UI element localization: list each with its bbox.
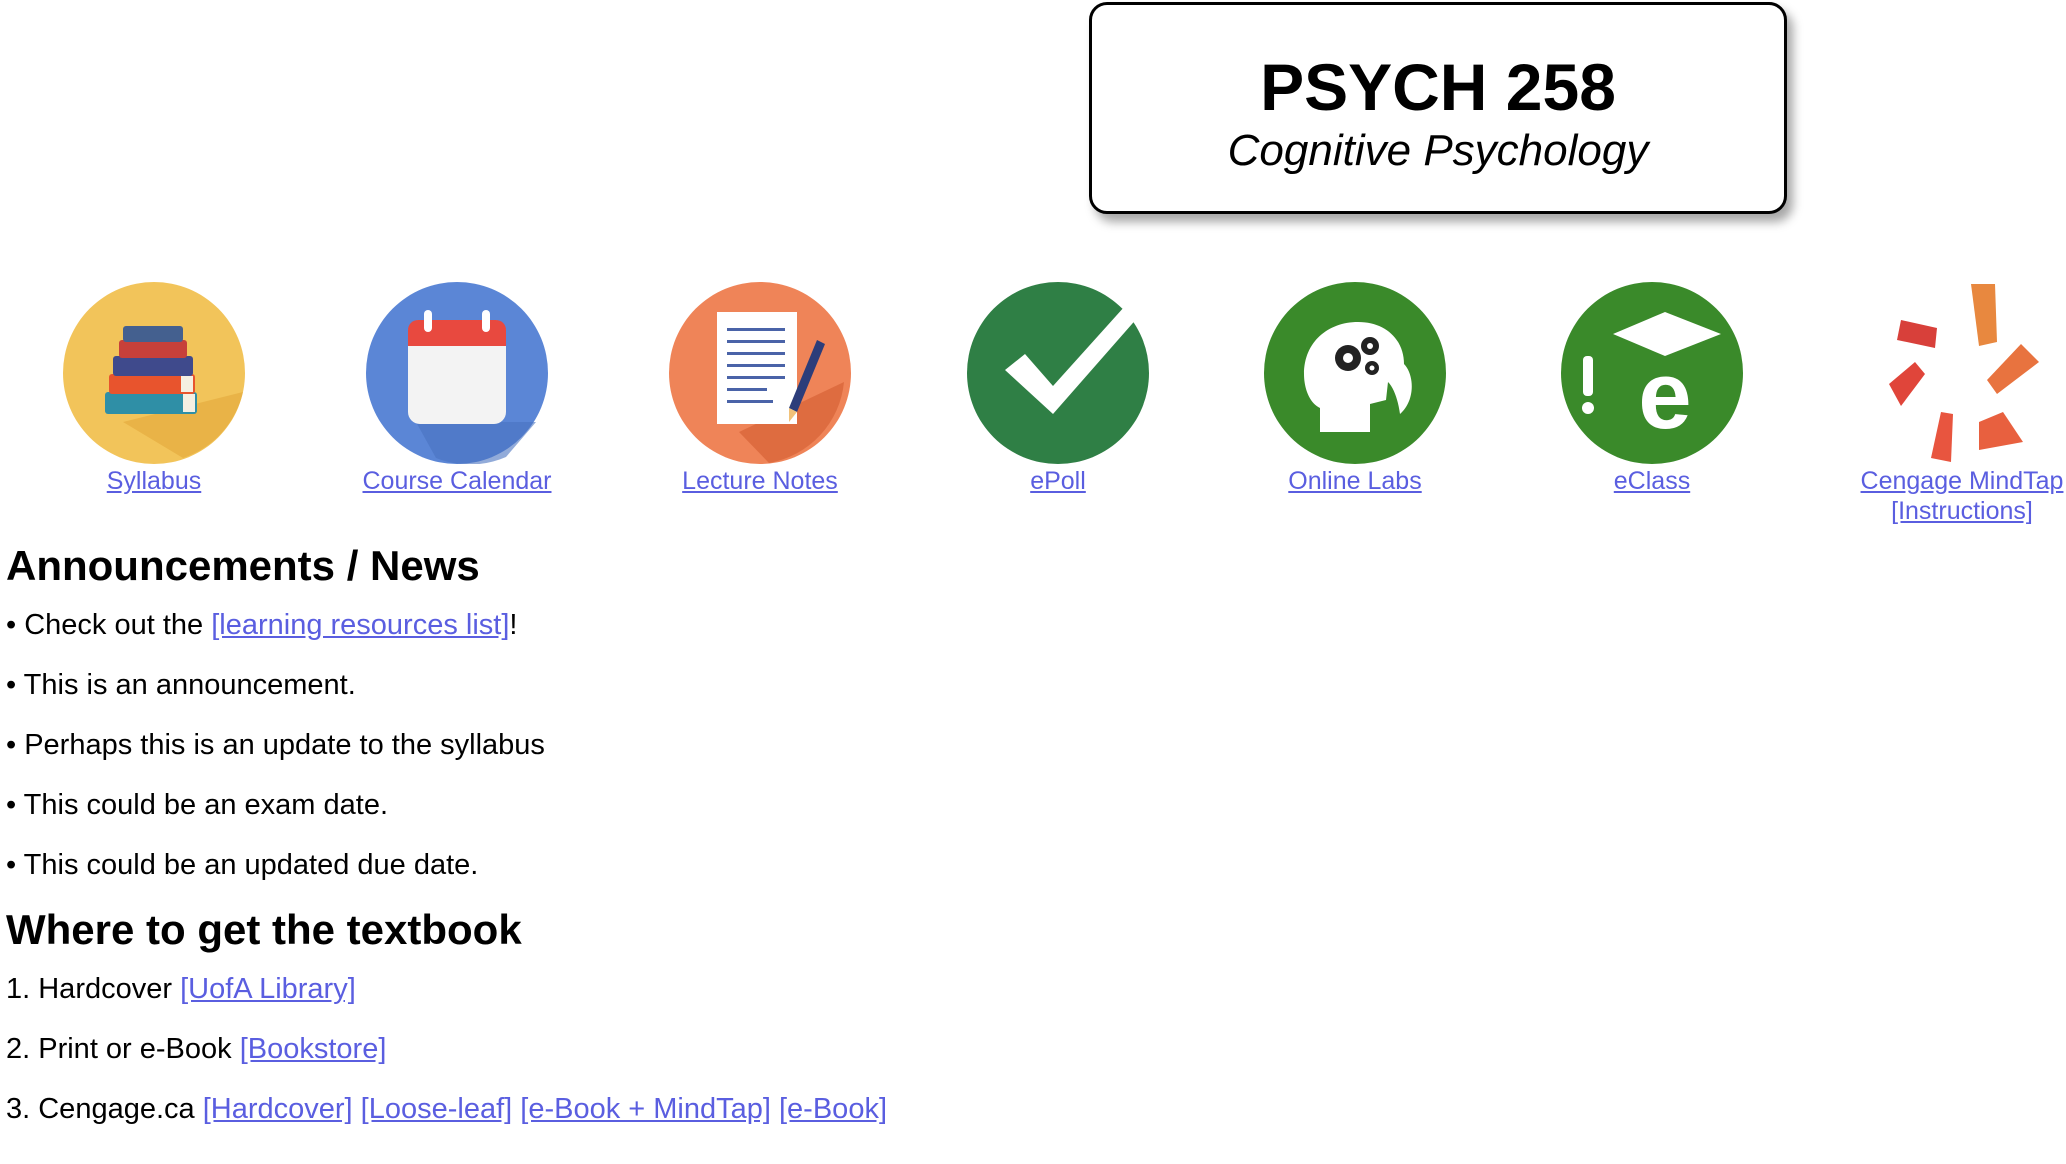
announcements-heading: Announcements / News — [6, 542, 480, 589]
books-icon[interactable] — [63, 282, 245, 464]
nav-label-lecture-notes[interactable]: Lecture Notes — [600, 466, 920, 496]
uofa-library-link[interactable]: [UofA Library] — [180, 973, 356, 1005]
nav-item-syllabus[interactable]: Syllabus — [0, 282, 314, 496]
nav-label-online-labs[interactable]: Online Labs — [1195, 466, 1515, 496]
nav-icon-row: Syllabus Course Calendar Lecture Notes e… — [0, 282, 2066, 532]
textbook-item: 3. Cengage.ca [Hardcover] [Loose-leaf] [… — [6, 1092, 1406, 1126]
nav-item-eclass[interactable]: e eClass — [1492, 282, 1812, 496]
textbook-item-text: 2. Print or e-Book — [6, 1033, 240, 1065]
nav-item-epoll[interactable]: ePoll — [898, 282, 1218, 496]
textbook-item: 2. Print or e-Book [Bookstore] — [6, 1032, 1406, 1066]
brain-gears-icon[interactable] — [1264, 282, 1446, 464]
textbook-item-text: 1. Hardcover — [6, 973, 181, 1005]
notes-icon[interactable] — [669, 282, 851, 464]
nav-label-course-calendar[interactable]: Course Calendar — [297, 466, 617, 496]
textbook-heading: Where to get the textbook — [6, 906, 522, 953]
nav-label-eclass[interactable]: eClass — [1492, 466, 1812, 496]
nav-item-course-calendar[interactable]: Course Calendar — [297, 282, 617, 496]
cengage-hardcover-link[interactable]: [Hardcover] — [203, 1093, 353, 1125]
course-name: Cognitive Psychology — [1227, 126, 1649, 175]
main-content: Announcements / News • Check out the [le… — [6, 540, 1406, 1126]
nav-item-cengage-mindtap[interactable]: Cengage MindTap [Instructions] — [1802, 282, 2066, 526]
cengage-loose-leaf-link[interactable]: [Loose-leaf] — [361, 1093, 513, 1125]
eclass-icon[interactable]: e — [1561, 282, 1743, 464]
announcement-item: • Check out the [learning resources list… — [6, 608, 1406, 642]
nav-item-online-labs[interactable]: Online Labs — [1195, 282, 1515, 496]
announcement-item: • This is an announcement. — [6, 669, 356, 701]
learning-resources-link[interactable]: [learning resources list] — [211, 609, 509, 641]
nav-item-lecture-notes[interactable]: Lecture Notes — [600, 282, 920, 496]
textbook-item: 1. Hardcover [UofA Library] — [6, 972, 1406, 1006]
cengage-ebook-mindtap-link[interactable]: [e-Book + MindTap] — [520, 1093, 771, 1125]
announcement-item: • This could be an exam date. — [6, 789, 389, 821]
checkmark-icon[interactable] — [967, 282, 1149, 464]
nav-label-cengage-mindtap[interactable]: Cengage MindTap — [1802, 466, 2066, 496]
cengage-ebook-link[interactable]: [e-Book] — [779, 1093, 887, 1125]
announcement-item: • Perhaps this is an update to the sylla… — [6, 729, 545, 761]
svg-text:e: e — [1638, 342, 1691, 449]
calendar-icon[interactable] — [366, 282, 548, 464]
bookstore-link[interactable]: [Bookstore] — [240, 1033, 387, 1065]
textbook-item-text: 3. Cengage.ca — [6, 1093, 203, 1125]
announcement-suffix: ! — [509, 609, 518, 641]
announcement-text: • Check out the — [6, 609, 212, 641]
nav-label-epoll[interactable]: ePoll — [898, 466, 1218, 496]
course-code: PSYCH 258 — [1260, 50, 1616, 124]
announcement-item: • This could be an updated due date. — [6, 849, 479, 881]
nav-label-syllabus[interactable]: Syllabus — [0, 466, 314, 496]
nav-sublabel-cengage-instructions[interactable]: [Instructions] — [1802, 496, 2066, 526]
course-title-box: PSYCH 258 Cognitive Psychology — [1089, 2, 1787, 214]
cengage-logo-icon[interactable] — [1871, 282, 2053, 464]
